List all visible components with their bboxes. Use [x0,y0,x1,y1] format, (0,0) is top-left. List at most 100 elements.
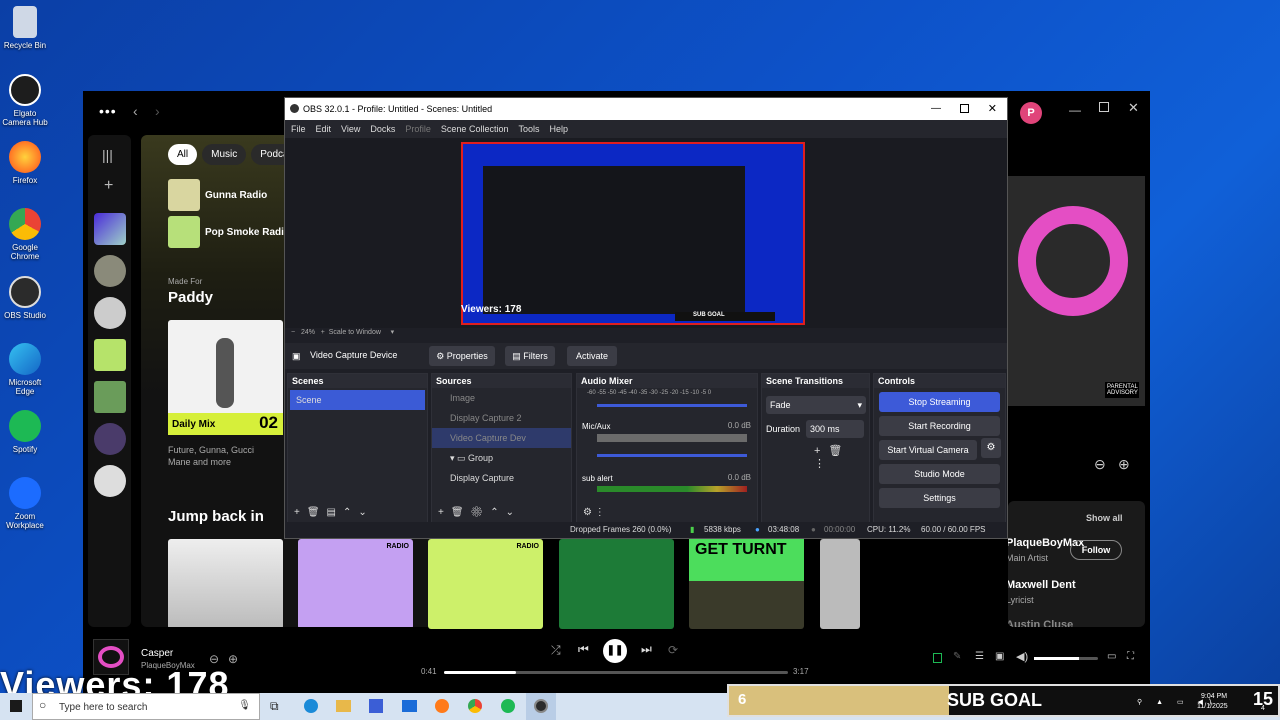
album-cover[interactable] [168,539,283,627]
settings-button[interactable]: Settings [879,488,1000,508]
desktop-icon-firefox[interactable]: Firefox [0,141,50,185]
obs-preview[interactable]: Viewers: 178 SUB GOAL − 24% + Scale to W… [285,138,1007,336]
radio-thumb[interactable] [168,179,200,211]
previous-icon[interactable]: ⏮ [578,642,589,657]
maximize-icon[interactable] [1099,102,1109,112]
volume-slider[interactable] [597,404,747,407]
album-cover-get-turnt[interactable]: GET TURNT [689,539,804,629]
next-icon[interactable]: ⏭ [641,642,652,657]
firefox-icon[interactable] [435,699,449,713]
scene-item[interactable]: Scene [290,390,425,410]
menu-scene-collection[interactable]: Scene Collection [441,124,509,134]
desktop-icon-edge[interactable]: Microsoft Edge [0,343,50,396]
maximize-icon[interactable] [960,104,969,113]
preview-zoom-controls[interactable]: − 24% + Scale to Window ▾ [291,328,394,336]
microphone-icon[interactable]: 🎙 [238,700,251,711]
source-group[interactable]: ▾ ▭ Group [432,448,571,468]
obs-taskbar-item[interactable] [526,693,556,720]
avatar[interactable]: P [1020,102,1042,124]
gear-icon[interactable]: ⚙ [981,438,1001,458]
task-view-icon[interactable]: ⧉ [270,699,279,714]
connect-device-icon[interactable]: ▣ [995,651,1004,662]
forward-arrow-icon[interactable]: › [155,103,160,119]
desktop-icon-obs[interactable]: OBS Studio [0,276,50,320]
radio-cover[interactable]: RADIO [298,539,413,627]
volume-slider[interactable] [597,454,747,457]
add-icon[interactable]: + [104,177,113,195]
artist-avatar[interactable] [94,465,126,497]
desktop-icon-zoom[interactable]: Zoom Workplace [0,477,50,530]
playlist-thumb[interactable] [94,381,126,413]
more-menu-icon[interactable]: ••• [99,103,117,119]
artist-avatar[interactable] [94,255,126,287]
stop-streaming-button[interactable]: Stop Streaming [879,392,1000,412]
artist-avatar[interactable] [94,297,126,329]
shuffle-icon[interactable]: ⤮ [551,643,561,658]
close-icon[interactable]: ✕ [1128,100,1139,116]
activate-button[interactable]: Activate [567,346,617,366]
progress-bar[interactable] [444,671,788,674]
mail-icon[interactable] [402,700,417,712]
duration-input[interactable]: 300 ms [806,420,864,438]
menu-view[interactable]: View [341,124,360,134]
scene-toolbar[interactable]: +🗑▤⌃⌄ [294,507,374,518]
playlist-cover[interactable] [559,539,674,629]
desktop-icon-spotify[interactable]: Spotify [0,410,50,454]
studio-mode-button[interactable]: Studio Mode [879,464,1000,484]
windows-start-icon[interactable] [10,700,22,712]
filters-button[interactable]: ▤ Filters [505,346,555,366]
menu-profile[interactable]: Profile [405,124,431,134]
menu-docks[interactable]: Docks [370,124,395,134]
file-explorer-icon[interactable] [336,700,351,712]
preview-source[interactable]: Viewers: 178 SUB GOAL [461,142,805,325]
source-toolbar[interactable]: +🗑⚙⌃⌄ [438,507,521,518]
volume-icon[interactable]: ◀) [1016,650,1028,663]
source-item[interactable]: Display Capture [432,468,571,488]
zoom-out-icon[interactable]: ⊖ [1094,456,1106,473]
radio-title[interactable]: Gunna Radio [205,190,267,201]
edge-icon[interactable] [304,699,318,713]
album-cover[interactable] [820,539,860,629]
follow-button[interactable]: Follow [1070,540,1122,560]
chip-all[interactable]: All [168,144,198,165]
menu-file[interactable]: File [291,124,306,134]
show-all-link[interactable]: Show all [1086,513,1123,523]
start-virtual-camera-button[interactable]: Start Virtual Camera [879,440,977,460]
section-title[interactable]: Paddy [168,289,213,306]
desktop-icon-chrome[interactable]: Google Chrome [0,208,50,261]
close-icon[interactable]: ✕ [988,98,997,120]
properties-button[interactable]: ⚙ Properties [429,346,495,366]
chip-music[interactable]: Music [202,144,247,165]
zoom-in-icon[interactable]: ⊕ [1118,456,1130,473]
daily-mix-cover[interactable]: Daily Mix 02 [168,320,283,435]
mixer-toolbar[interactable]: ⚙ ⋮ [583,507,605,518]
playlist-thumb[interactable] [94,339,126,371]
source-item[interactable]: Image [432,388,571,408]
artist-avatar[interactable] [94,423,126,455]
chrome-icon[interactable] [468,699,482,713]
repeat-icon[interactable]: ⟳ [668,643,678,657]
notification-badge[interactable]: 4 [1261,705,1265,712]
radio-thumb[interactable] [168,216,200,248]
start-recording-button[interactable]: Start Recording [879,416,1000,436]
menu-edit[interactable]: Edit [316,124,332,134]
desktop-icon-recycle-bin[interactable]: Recycle Bin [0,6,50,50]
now-playing-view-icon[interactable] [933,653,942,663]
section-title[interactable]: Jump back in [168,508,264,525]
volume-slider[interactable] [1034,657,1098,660]
library-icon[interactable]: ||| [102,147,113,163]
store-icon[interactable] [369,699,383,713]
source-item[interactable]: Display Capture 2 [432,408,571,428]
menu-tools[interactable]: Tools [518,124,539,134]
radio-cover[interactable]: RADIO [428,539,543,629]
lyrics-icon[interactable]: ✎ [953,651,961,662]
track-title[interactable]: Casper [141,648,173,659]
search-box[interactable]: ○ Type here to search 🎙 [32,693,260,720]
menu-help[interactable]: Help [549,124,568,134]
spotify-icon[interactable] [501,699,515,713]
minimize-icon[interactable]: — [1069,103,1081,117]
radio-title[interactable]: Pop Smoke Radio [205,227,290,238]
desktop-icon-elgato[interactable]: Elgato Camera Hub [0,74,50,127]
pause-button[interactable]: ❚❚ [603,639,627,663]
queue-icon[interactable]: ☰ [975,651,984,662]
